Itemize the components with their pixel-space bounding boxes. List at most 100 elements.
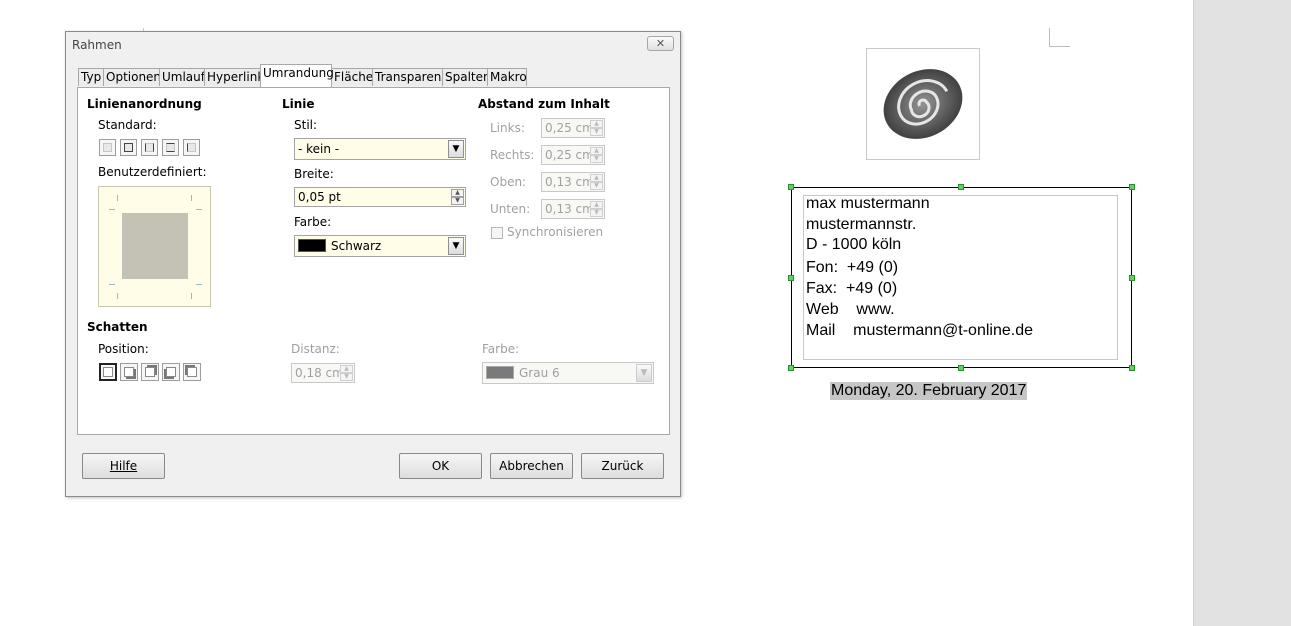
selection-handle[interactable] xyxy=(1129,184,1135,190)
custom-label: Benutzerdefiniert: xyxy=(98,165,207,179)
line-width-spinner[interactable]: 0,05 pt ▲ ▼ xyxy=(294,187,466,207)
selection-handle[interactable] xyxy=(958,365,964,371)
spin-up-icon[interactable]: ▲ xyxy=(590,120,603,128)
cancel-button[interactable]: Abbrechen xyxy=(490,453,573,479)
chevron-down-icon[interactable]: ▼ xyxy=(636,364,652,382)
standard-label: Standard: xyxy=(98,118,157,132)
cancel-button-label: Abbrechen xyxy=(499,459,564,473)
selection-handle[interactable] xyxy=(1129,365,1135,371)
spin-down-icon[interactable]: ▼ xyxy=(590,182,603,190)
tab-spalten[interactable]: Spalten xyxy=(442,68,491,86)
spin-up-icon[interactable]: ▲ xyxy=(451,189,464,197)
preset-left-right-button[interactable] xyxy=(141,139,158,156)
reset-button[interactable]: Zurück xyxy=(581,453,664,479)
preset-all-borders-button[interactable] xyxy=(120,139,137,156)
shadow-distance-spinner[interactable]: 0,18 cm ▲ ▼ xyxy=(291,363,355,383)
shadow-color-select[interactable]: Grau 6 ▼ xyxy=(482,362,654,384)
line-color-select[interactable]: Schwarz ▼ xyxy=(294,235,466,257)
line-style-select[interactable]: - kein - ▼ xyxy=(294,138,466,160)
tab-optionen[interactable]: Optionen xyxy=(103,68,161,86)
spin-down-icon[interactable]: ▼ xyxy=(590,155,603,163)
address-fax: Fax: +49 (0) xyxy=(806,280,898,297)
document-margin-background xyxy=(1193,0,1291,626)
close-icon[interactable]: ✕ xyxy=(647,36,674,51)
corner-mark xyxy=(196,284,202,285)
style-label: Stil: xyxy=(294,118,318,132)
color-swatch xyxy=(298,239,326,252)
spacing-left-label: Links: xyxy=(490,121,525,135)
spacing-bottom-spinner[interactable]: 0,13 cm ▲ ▼ xyxy=(541,199,605,219)
chevron-down-icon[interactable]: ▼ xyxy=(448,140,464,158)
custom-border-preview[interactable] xyxy=(98,186,211,307)
preset-left-button[interactable] xyxy=(183,139,200,156)
spacing-left-spinner[interactable]: 0,25 cm ▲ ▼ xyxy=(541,118,605,138)
selection-handle[interactable] xyxy=(788,365,794,371)
border-tab-panel: Linienanordnung Standard: Benutzerdefini… xyxy=(77,87,670,435)
spin-up-icon[interactable]: ▲ xyxy=(590,147,603,155)
spacing-top-spinner[interactable]: 0,13 cm ▲ ▼ xyxy=(541,172,605,192)
spin-up-icon[interactable]: ▲ xyxy=(590,201,603,209)
address-street: mustermannstr. xyxy=(806,216,917,233)
spacing-right-value: 0,25 cm xyxy=(545,148,594,162)
preset-top-bottom-button[interactable] xyxy=(162,139,179,156)
tab-hyperlink[interactable]: Hyperlink xyxy=(204,68,264,86)
corner-mark xyxy=(109,209,115,210)
custom-border-inner xyxy=(122,213,188,279)
selection-handle[interactable] xyxy=(1129,275,1135,281)
spin-up-icon[interactable]: ▲ xyxy=(340,365,353,373)
preset-none-button[interactable] xyxy=(99,139,116,156)
tab-makro[interactable]: Makro xyxy=(487,68,527,86)
frame-dialog: Rahmen ✕ Typ Optionen Umlauf Hyperlink U… xyxy=(65,31,681,497)
selection-handle[interactable] xyxy=(788,275,794,281)
tab-umrandung[interactable]: Umrandung xyxy=(260,64,334,87)
tab-typ[interactable]: Typ xyxy=(78,68,104,86)
shadow-distance-label: Distanz: xyxy=(291,342,340,356)
corner-mark xyxy=(117,195,118,201)
spacing-heading: Abstand zum Inhalt xyxy=(478,97,610,111)
line-color-value: Schwarz xyxy=(331,239,382,253)
shadow-color-value: Grau 6 xyxy=(519,366,560,380)
sync-checkbox[interactable] xyxy=(491,227,503,239)
address-frame[interactable] xyxy=(791,187,1132,368)
shadow-top-right-button[interactable] xyxy=(141,363,159,381)
shadow-bottom-right-button[interactable] xyxy=(120,363,138,381)
shadow-heading: Schatten xyxy=(87,320,148,334)
spacing-right-spinner[interactable]: 0,25 cm ▲ ▼ xyxy=(541,145,605,165)
tab-flaeche[interactable]: Fläche xyxy=(331,68,373,86)
ok-button[interactable]: OK xyxy=(399,453,482,479)
selection-handle[interactable] xyxy=(958,184,964,190)
shadow-bottom-left-button[interactable] xyxy=(162,363,180,381)
spin-down-icon[interactable]: ▼ xyxy=(451,197,464,205)
logo-image[interactable] xyxy=(866,48,980,160)
reset-button-label: Zurück xyxy=(601,459,644,473)
sync-label: Synchronisieren xyxy=(507,225,604,239)
color-swatch xyxy=(486,366,514,379)
spacing-left-value: 0,25 cm xyxy=(545,121,594,135)
spin-up-icon[interactable]: ▲ xyxy=(590,174,603,182)
shadow-top-left-button[interactable] xyxy=(183,363,201,381)
tab-transparenz[interactable]: Transparenz xyxy=(372,68,448,86)
spin-down-icon[interactable]: ▼ xyxy=(340,373,353,381)
shadow-position-label: Position: xyxy=(98,342,149,356)
shadow-none-button[interactable] xyxy=(99,363,117,381)
spin-down-icon[interactable]: ▼ xyxy=(590,209,603,217)
line-width-value: 0,05 pt xyxy=(298,190,341,204)
address-name: max mustermann xyxy=(806,195,930,212)
spacing-bottom-label: Unten: xyxy=(490,202,531,216)
shadow-distance-value: 0,18 cm xyxy=(295,366,344,380)
help-button[interactable]: Hilfe xyxy=(82,453,165,479)
corner-mark xyxy=(109,284,115,285)
spiral-logo-icon xyxy=(883,69,963,139)
date-field[interactable]: Monday, 20. February 2017 xyxy=(830,382,1028,400)
address-city: D - 1000 köln xyxy=(806,236,902,253)
chevron-down-icon[interactable]: ▼ xyxy=(448,237,464,255)
corner-mark xyxy=(117,293,118,299)
tab-umlauf[interactable]: Umlauf xyxy=(159,68,205,86)
spacing-top-label: Oben: xyxy=(490,175,527,189)
dialog-title: Rahmen xyxy=(72,38,122,52)
spin-down-icon[interactable]: ▼ xyxy=(590,128,603,136)
corner-mark xyxy=(191,195,192,201)
width-label: Breite: xyxy=(294,167,334,181)
selection-handle[interactable] xyxy=(788,184,794,190)
line-heading: Linie xyxy=(282,97,315,111)
